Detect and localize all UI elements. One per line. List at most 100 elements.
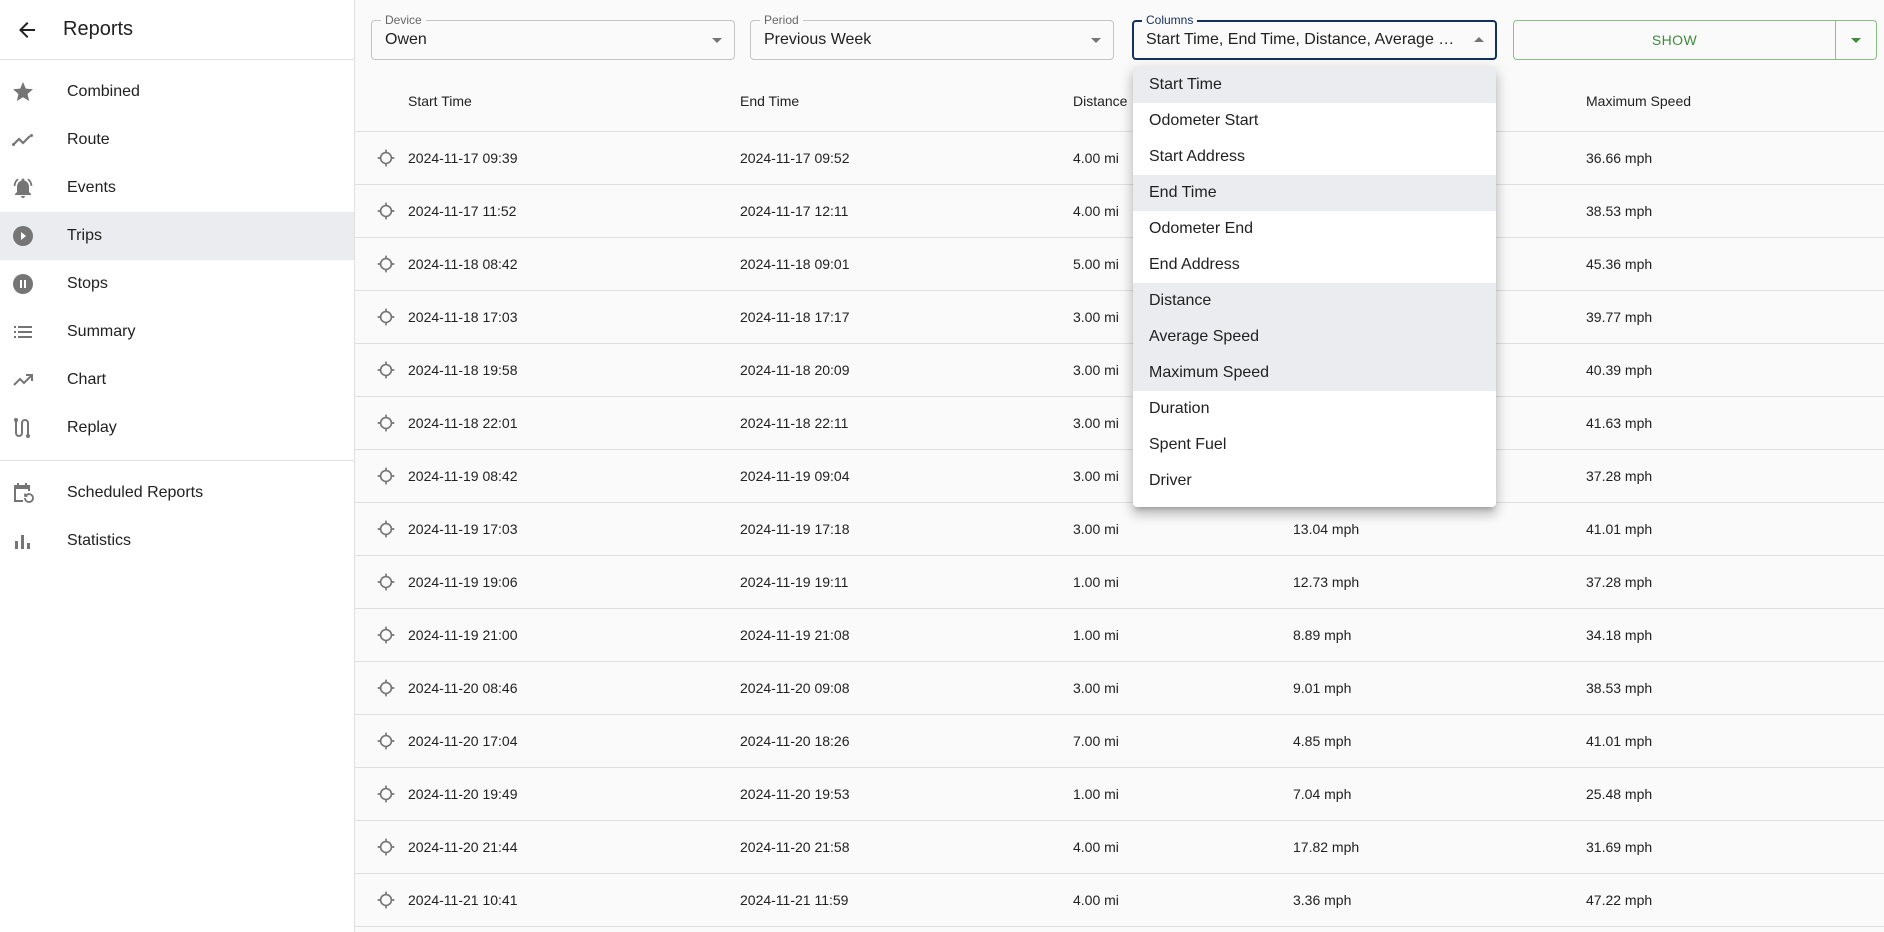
table-row: 2024-11-19 17:03 2024-11-19 17:18 3.00 mi 1… [355,503,1884,556]
locate-on-map-button[interactable] [355,837,408,857]
period-label: Period [760,13,803,27]
show-button-group: SHOW [1513,20,1877,60]
table-row: 2024-11-21 10:41 2024-11-21 11:59 4.00 mi 3… [355,874,1884,927]
locate-on-map-button[interactable] [355,572,408,592]
sidebar-item-combined[interactable]: Combined [0,68,354,116]
cell-start-time: 2024-11-20 21:44 [408,839,518,855]
locate-on-map-button[interactable] [355,678,408,698]
locate-on-map-button[interactable] [355,307,408,327]
cell-end-time: 2024-11-21 11:59 [740,892,849,908]
table-row: 2024-11-18 19:58 2024-11-18 20:09 3.00 mi 4… [355,344,1884,397]
table-row: 2024-11-20 08:46 2024-11-20 09:08 3.00 mi 9… [355,662,1884,715]
sidebar-item-label: Chart [67,371,107,388]
locate-on-map-button[interactable] [355,148,408,168]
gps-crosshair-icon [376,731,396,751]
locate-on-map-button[interactable] [355,466,408,486]
cell-start-time: 2024-11-17 09:39 [408,150,518,166]
locate-on-map-button[interactable] [355,254,408,274]
table-row: 2024-11-18 08:42 2024-11-18 09:01 5.00 mi 4… [355,238,1884,291]
show-options-button[interactable] [1836,21,1876,59]
locate-on-map-button[interactable] [355,519,408,539]
play-circle-icon [0,212,46,260]
sidebar-item-label: Scheduled Reports [67,484,204,501]
timeline-icon [0,116,46,164]
period-value: Previous Week [764,31,872,48]
sidebar: Reports Combined Route Events Trips Stop… [0,0,355,932]
cell-start-time: 2024-11-21 10:41 [408,892,518,908]
dropdown-arrow-icon [1851,37,1861,43]
column-option[interactable]: Odometer Start [1133,103,1496,139]
cell-maximum-speed: 45.36 mph [1586,256,1653,272]
sidebar-item-label: Events [67,179,116,196]
sidebar-item-label: Trips [67,227,102,244]
cell-maximum-speed: 37.28 mph [1586,574,1653,590]
sidebar-item-statistics[interactable]: Statistics [0,517,354,565]
cell-end-time: 2024-11-19 09:04 [740,468,850,484]
sidebar-item-events[interactable]: Events [0,164,354,212]
sidebar-item-trips[interactable]: Trips [0,212,354,260]
locate-on-map-button[interactable] [355,890,408,910]
cell-start-time: 2024-11-17 11:52 [408,203,517,219]
gps-crosshair-icon [376,254,396,274]
gps-crosshair-icon [376,466,396,486]
table-row: 2024-11-18 17:03 2024-11-18 17:17 3.00 mi 3… [355,291,1884,344]
cell-start-time: 2024-11-19 19:06 [408,574,518,590]
gps-crosshair-icon [376,625,396,645]
header-start-time[interactable]: Start Time [408,93,740,109]
device-select[interactable]: Device Owen [371,13,735,60]
sidebar-item-chart[interactable]: Chart [0,356,354,404]
column-option[interactable]: End Address [1133,247,1496,283]
cell-start-time: 2024-11-18 08:42 [408,256,518,272]
column-option[interactable]: End Time [1133,175,1496,211]
gps-crosshair-icon [376,201,396,221]
columns-select[interactable]: Columns Start Time, End Time, Distance, … [1132,13,1497,60]
sidebar-divider [0,460,354,461]
sidebar-item-replay[interactable]: Replay [0,404,354,452]
locate-on-map-button[interactable] [355,413,408,433]
cell-average-speed: 9.01 mph [1293,680,1352,696]
sidebar-item-summary[interactable]: Summary [0,308,354,356]
header-end-time[interactable]: End Time [740,93,1073,109]
sidebar-item-label: Route [67,131,110,148]
sidebar-item-stops[interactable]: Stops [0,260,354,308]
sidebar-item-scheduled-reports[interactable]: Scheduled Reports [0,469,354,517]
locate-on-map-button[interactable] [355,201,408,221]
locate-on-map-button[interactable] [355,360,408,380]
cell-end-time: 2024-11-18 20:09 [740,362,850,378]
column-option[interactable]: Spent Fuel [1133,427,1496,463]
sidebar-item-label: Replay [67,419,117,436]
header-maximum-speed[interactable]: Maximum Speed [1586,93,1786,109]
cell-average-speed: 4.85 mph [1293,733,1352,749]
sidebar-item-label: Combined [67,83,140,100]
column-option[interactable]: Start Address [1133,139,1496,175]
column-option[interactable]: Odometer End [1133,211,1496,247]
cell-maximum-speed: 31.69 mph [1586,839,1653,855]
cell-maximum-speed: 34.18 mph [1586,627,1653,643]
cell-average-speed: 7.04 mph [1293,786,1352,802]
column-option[interactable]: Driver [1133,463,1496,499]
dropdown-arrow-up-icon [1474,37,1484,42]
column-option[interactable]: Maximum Speed [1133,355,1496,391]
locate-on-map-button[interactable] [355,784,408,804]
dropdown-arrow-icon [712,38,722,43]
report-filter-toolbar: Device Owen Period Previous Week Columns… [355,0,1884,70]
period-select[interactable]: Period Previous Week [750,13,1114,60]
trending-up-icon [0,356,46,404]
sidebar-item-route[interactable]: Route [0,116,354,164]
column-option[interactable]: Start Time [1133,67,1496,103]
column-option[interactable]: Duration [1133,391,1496,427]
cell-distance: 3.00 mi [1073,680,1119,696]
locate-on-map-button[interactable] [355,731,408,751]
table-row: 2024-11-20 17:04 2024-11-20 18:26 7.00 mi 4… [355,715,1884,768]
column-option[interactable]: Average Speed [1133,319,1496,355]
column-option[interactable]: Distance [1133,283,1496,319]
table-row: 2024-11-19 19:06 2024-11-19 19:11 1.00 mi 1… [355,556,1884,609]
cell-maximum-speed: 36.66 mph [1586,150,1653,166]
gps-crosshair-icon [376,307,396,327]
back-button[interactable] [0,0,54,60]
show-button[interactable]: SHOW [1514,21,1836,59]
cell-average-speed: 12.73 mph [1293,574,1360,590]
locate-on-map-button[interactable] [355,625,408,645]
cell-maximum-speed: 39.77 mph [1586,309,1653,325]
cell-end-time: 2024-11-17 09:52 [740,150,850,166]
